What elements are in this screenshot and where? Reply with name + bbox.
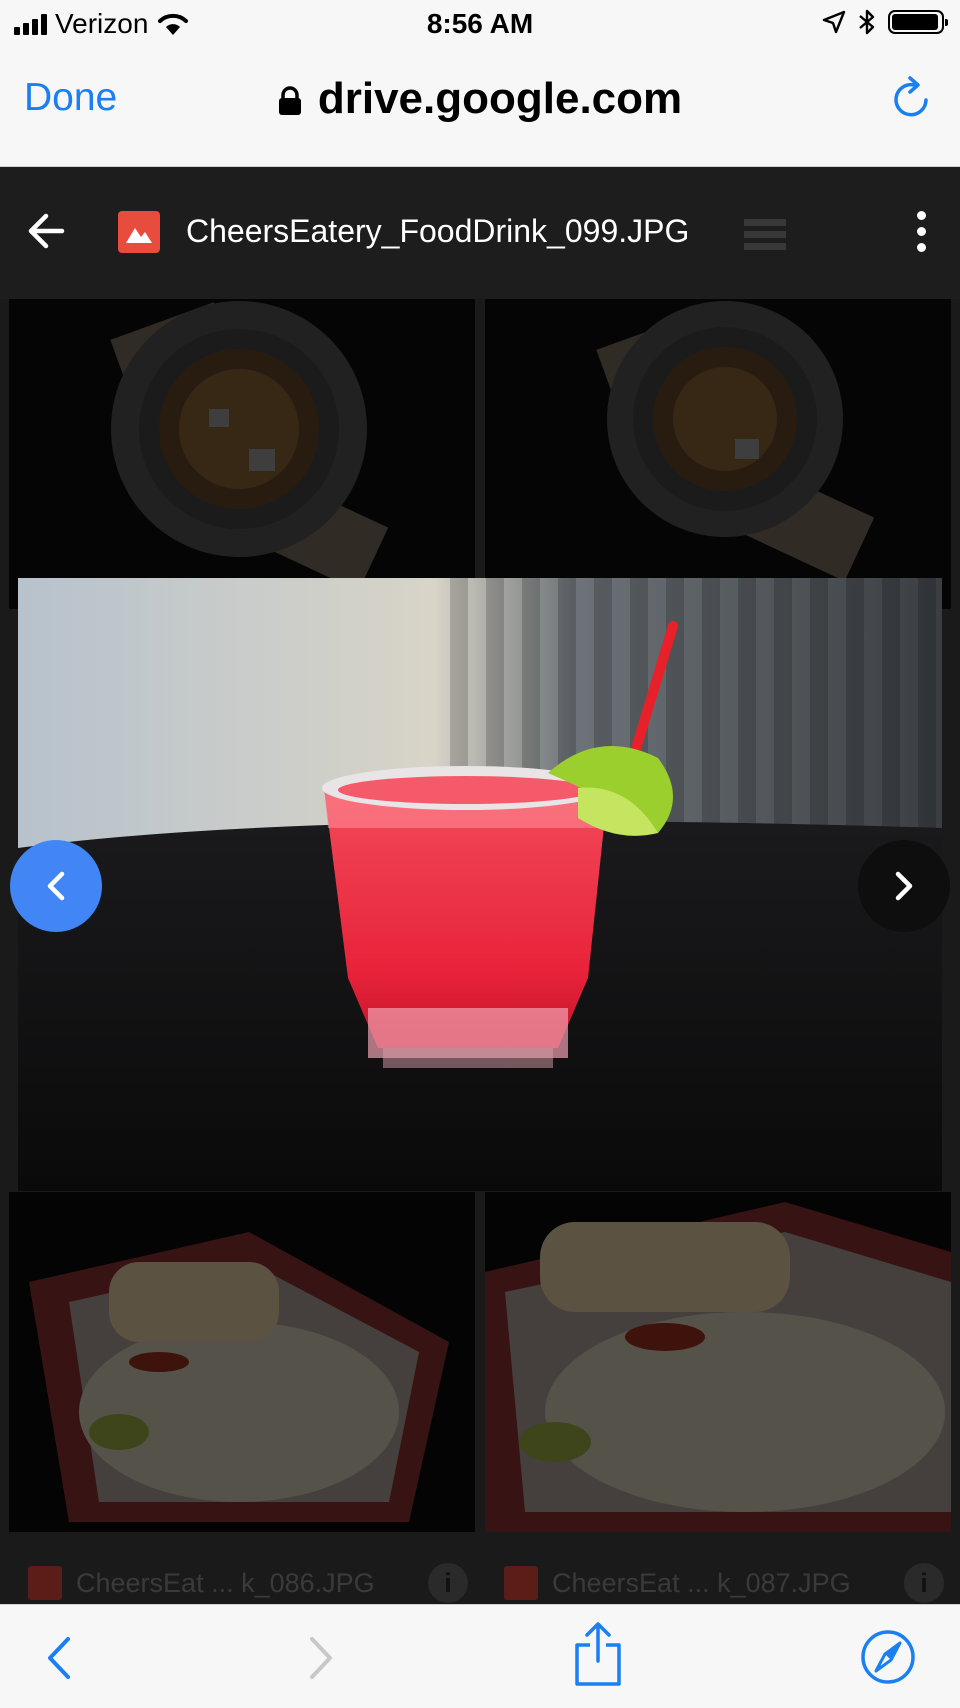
- grid-item-name: CheersEat ... k_086.JPG: [76, 1567, 375, 1598]
- browser-back-button[interactable]: [44, 1635, 74, 1684]
- reload-icon[interactable]: [892, 76, 932, 120]
- grid-item[interactable]: [9, 1192, 475, 1532]
- next-image-button[interactable]: [858, 840, 950, 932]
- more-vert-icon[interactable]: [917, 211, 926, 252]
- url-text: drive.google.com: [317, 74, 683, 123]
- info-icon[interactable]: i: [904, 1563, 944, 1603]
- chevron-left-icon: [47, 871, 65, 901]
- grid-item[interactable]: [9, 299, 475, 609]
- chevron-left-icon: [48, 1637, 70, 1679]
- chevron-right-icon: [310, 1637, 332, 1679]
- compass-icon: [861, 1630, 915, 1684]
- list-view-icon: [744, 219, 786, 250]
- bluetooth-icon: [859, 9, 875, 35]
- battery-icon: [888, 10, 948, 34]
- image-file-icon: [118, 211, 160, 253]
- cocktail-photo: [18, 578, 942, 1191]
- viewer-header: CheersEatery_FoodDrink_099.JPG: [0, 167, 960, 299]
- image-preview: [18, 578, 942, 1191]
- share-button[interactable]: [574, 1621, 622, 1690]
- arrow-left-icon[interactable]: [26, 211, 66, 251]
- info-icon[interactable]: i: [428, 1563, 468, 1603]
- previous-image-button[interactable]: [10, 840, 102, 932]
- status-right: [822, 8, 948, 36]
- lock-icon: [278, 86, 301, 116]
- status-bar: Verizon 8:56 AM: [0, 0, 960, 48]
- browser-top-bar: Done drive.google.com: [0, 48, 960, 167]
- location-arrow-icon: [822, 10, 846, 34]
- grid-item[interactable]: [485, 1192, 951, 1532]
- address-bar[interactable]: drive.google.com: [0, 74, 960, 124]
- browser-forward-button[interactable]: [306, 1635, 336, 1684]
- open-in-safari-button[interactable]: [860, 1629, 916, 1688]
- grid-item-name: CheersEat ... k_087.JPG: [552, 1567, 851, 1598]
- image-file-icon: [504, 1566, 538, 1600]
- status-time: 8:56 AM: [426, 8, 534, 39]
- browser-toolbar: [0, 1604, 960, 1708]
- chevron-right-icon: [895, 871, 913, 901]
- grid-item[interactable]: [485, 299, 951, 609]
- image-file-icon: [28, 1566, 62, 1600]
- file-name: CheersEatery_FoodDrink_099.JPG: [186, 213, 690, 249]
- share-icon: [575, 1622, 621, 1686]
